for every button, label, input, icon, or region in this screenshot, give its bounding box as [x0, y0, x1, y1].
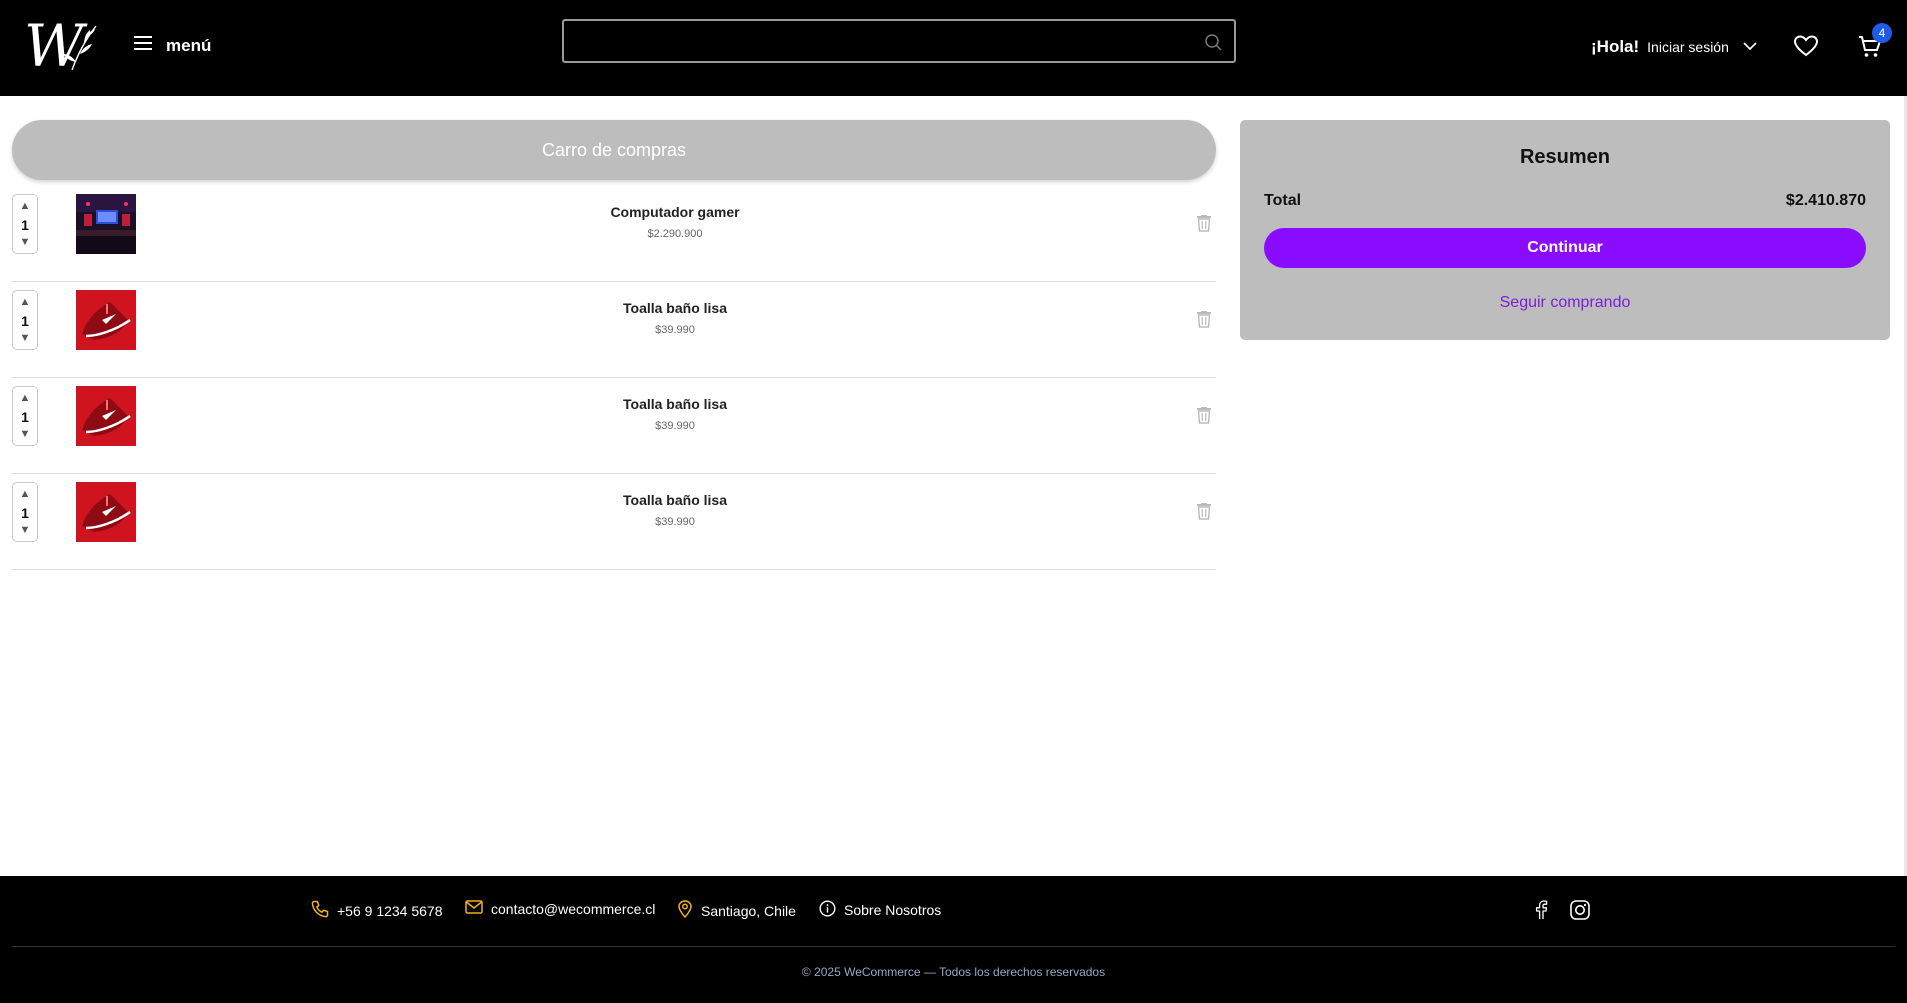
quantity-stepper[interactable]: ▲ 1 ▼	[12, 194, 38, 254]
menu-label: menú	[166, 35, 212, 55]
increase-quantity-button[interactable]: ▲	[13, 200, 37, 212]
chevron-down-icon[interactable]	[1743, 38, 1757, 56]
keep-shopping-link[interactable]: Seguir comprando	[1240, 294, 1890, 312]
cart-items-list: ▲ 1 ▼ Computador gamer $2.290.900 ▲ 1 ▼ …	[12, 186, 1216, 570]
facebook-icon[interactable]	[1534, 900, 1548, 925]
footer-phone[interactable]: +56 9 1234 5678	[311, 900, 443, 921]
footer-divider	[12, 946, 1895, 947]
quantity-value[interactable]: 1	[13, 409, 37, 425]
cart-item: ▲ 1 ▼ Computador gamer $2.290.900	[12, 186, 1216, 282]
site-footer: +56 9 1234 5678 contacto@wecommerce.cl S…	[0, 876, 1907, 1003]
product-info: Computador gamer $2.290.900	[542, 204, 808, 240]
product-info: Toalla baño lisa $39.990	[542, 300, 808, 336]
location-pin-icon	[677, 900, 693, 921]
search-bar	[562, 19, 1236, 63]
product-info: Toalla baño lisa $39.990	[542, 492, 808, 528]
trash-icon[interactable]	[1196, 215, 1212, 237]
continue-button[interactable]: Continuar	[1264, 228, 1866, 268]
location-text: Santiago, Chile	[701, 902, 796, 919]
product-image-gaming-pc[interactable]	[76, 194, 136, 254]
wecommerce-logo[interactable]: W	[22, 12, 100, 80]
decrease-quantity-button[interactable]: ▼	[13, 236, 37, 248]
menu-icon	[134, 35, 154, 56]
quantity-value[interactable]: 1	[13, 505, 37, 521]
decrease-quantity-button[interactable]: ▼	[13, 428, 37, 440]
about-label: Sobre Nosotros	[844, 902, 942, 918]
phone-icon	[311, 900, 329, 921]
copyright-text: © 2025 WeCommerce — Todos los derechos r…	[801, 965, 1106, 979]
product-price: $39.990	[655, 420, 695, 432]
search-input[interactable]	[564, 21, 1208, 61]
increase-quantity-button[interactable]: ▲	[13, 296, 37, 308]
search-icon[interactable]	[1204, 33, 1222, 56]
quantity-stepper[interactable]: ▲ 1 ▼	[12, 290, 38, 350]
trash-icon[interactable]	[1196, 503, 1212, 525]
site-header: W menú ¡Hola! Iniciar sesión 4	[0, 0, 1907, 96]
summary-title: Resumen	[1519, 146, 1611, 168]
login-link[interactable]: Iniciar sesión	[1647, 39, 1729, 55]
quantity-stepper[interactable]: ▲ 1 ▼	[12, 386, 38, 446]
cart-count-badge: 4	[1872, 23, 1892, 43]
instagram-icon[interactable]	[1570, 900, 1590, 925]
product-name[interactable]: Toalla baño lisa	[542, 300, 808, 316]
product-price: $39.990	[655, 324, 695, 336]
mail-icon	[465, 900, 483, 917]
menu-button[interactable]: menú	[134, 35, 211, 56]
cart-title: Carro de compras	[12, 120, 1216, 180]
product-price: $2.290.900	[647, 228, 703, 240]
decrease-quantity-button[interactable]: ▼	[13, 524, 37, 536]
decrease-quantity-button[interactable]: ▼	[13, 332, 37, 344]
order-summary-panel: Resumen Total $2.410.870 Continuar Segui…	[1240, 120, 1890, 340]
footer-email[interactable]: contacto@wecommerce.cl	[465, 900, 655, 917]
increase-quantity-button[interactable]: ▲	[13, 488, 37, 500]
cart-item: ▲ 1 ▼ Toalla baño lisa $39.990	[12, 474, 1216, 570]
increase-quantity-button[interactable]: ▲	[13, 392, 37, 404]
trash-icon[interactable]	[1196, 407, 1212, 429]
product-info: Toalla baño lisa $39.990	[542, 396, 808, 432]
quantity-value[interactable]: 1	[13, 313, 37, 329]
product-name[interactable]: Computador gamer	[542, 204, 808, 220]
cart-item: ▲ 1 ▼ Toalla baño lisa $39.990	[12, 282, 1216, 378]
total-label: Total	[1264, 192, 1302, 209]
product-image-red-sneaker[interactable]	[76, 482, 136, 542]
product-image-red-sneaker[interactable]	[76, 386, 136, 446]
quantity-stepper[interactable]: ▲ 1 ▼	[12, 482, 38, 542]
quantity-value[interactable]: 1	[13, 217, 37, 233]
product-price: $39.990	[655, 516, 695, 528]
email-address: contacto@wecommerce.cl	[491, 900, 656, 917]
heart-icon[interactable]	[1793, 35, 1819, 62]
account-menu[interactable]: ¡Hola! Iniciar sesión	[1591, 37, 1757, 57]
cart-item: ▲ 1 ▼ Toalla baño lisa $39.990	[12, 378, 1216, 474]
footer-about-link[interactable]: Sobre Nosotros	[819, 900, 941, 920]
svg-text:W: W	[24, 14, 88, 76]
trash-icon[interactable]	[1196, 311, 1212, 333]
product-name[interactable]: Toalla baño lisa	[542, 396, 808, 412]
total-value: $2.410.870	[1785, 192, 1866, 209]
product-name[interactable]: Toalla baño lisa	[542, 492, 808, 508]
product-image-red-sneaker[interactable]	[76, 290, 136, 350]
footer-location: Santiago, Chile	[677, 900, 796, 921]
phone-number: +56 9 1234 5678	[337, 902, 443, 919]
greeting-text: ¡Hola!	[1591, 37, 1640, 56]
info-icon	[819, 900, 836, 920]
